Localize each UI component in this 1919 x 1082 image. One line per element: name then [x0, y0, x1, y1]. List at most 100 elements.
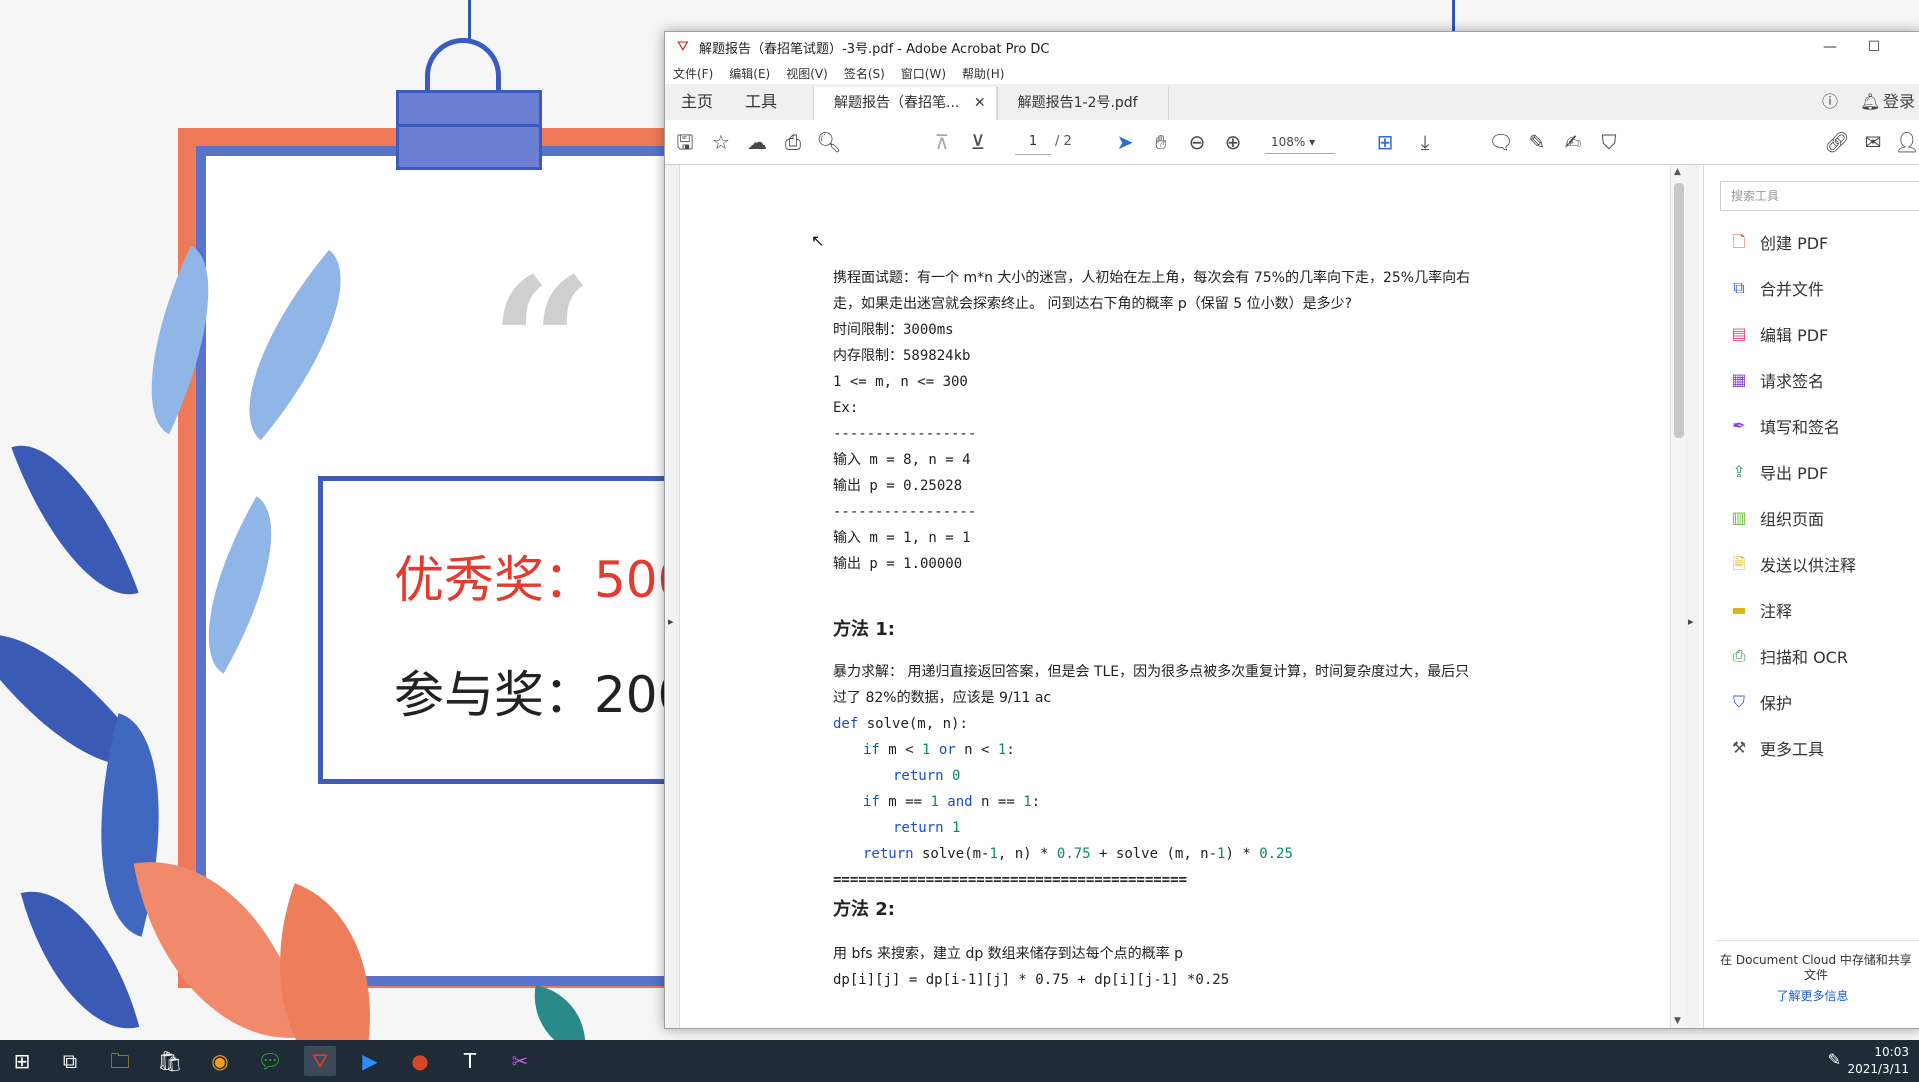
tab-document-active[interactable]: 解题报告（春招笔... ✕ [813, 87, 997, 120]
menu-window[interactable]: 窗口(W) [901, 65, 946, 82]
hanging-string-right [1452, 0, 1455, 31]
print-icon[interactable]: ⎙ [779, 128, 807, 156]
document-view[interactable]: ▸ ↖ 携程面试题：有一个 m*n 大小的迷宫，人初始在左上角，每次会有 75%… [665, 165, 1700, 1028]
tool-scan-ocr[interactable]: ⎙ 扫描和 OCR [1728, 641, 1848, 671]
page-number-input[interactable]: 1 [1015, 130, 1051, 155]
store-icon[interactable]: 🛍︎ [154, 1046, 186, 1076]
code-text: ) * [1225, 846, 1260, 862]
login-link[interactable]: 登录 [1883, 84, 1915, 120]
fit-page-icon[interactable]: ⊞ [1371, 128, 1399, 156]
tool-fill-sign[interactable]: ✒ 填写和签名 [1728, 411, 1840, 441]
help-icon[interactable]: ⓘ [1822, 84, 1838, 120]
code-text: m == [879, 794, 931, 810]
email-icon[interactable]: ✉ [1859, 128, 1887, 156]
windows-start-icon[interactable]: ⊞ [6, 1046, 38, 1076]
share-link-icon[interactable]: 🔗︎ [1823, 128, 1851, 156]
tool-search-input[interactable]: 搜索工具 [1720, 181, 1919, 211]
doc-line: 1 <= m, n <= 300 [833, 374, 968, 390]
sign-icon[interactable]: ✍︎ [1559, 128, 1587, 156]
scroll-mode-icon[interactable]: ⤓ [1411, 128, 1439, 156]
acrobat-window: ⛛ 解题报告（春招笔试题）-3号.pdf - Adobe Acrobat Pro… [664, 31, 1919, 1029]
mouse-cursor-icon: ↖ [811, 231, 825, 250]
pen-tray-icon[interactable]: ✎ [1828, 1050, 1841, 1069]
tool-label: 合并文件 [1760, 280, 1825, 299]
right-panel-toggle[interactable]: ▸ [1686, 165, 1700, 1028]
zoom-select[interactable]: 108% ▾ [1265, 130, 1335, 154]
acrobat-taskbar-icon[interactable]: ⛛ [304, 1046, 336, 1076]
menu-view[interactable]: 视图(V) [786, 65, 828, 82]
stamp-icon[interactable]: ⛉ [1595, 128, 1623, 156]
code-number: 1 [1023, 794, 1032, 810]
quote-mark-icon: “ [490, 239, 594, 450]
upload-cloud-icon[interactable]: ☁ [743, 128, 771, 156]
tool-combine-files[interactable]: ⧉ 合并文件 [1728, 273, 1824, 303]
menu-sign[interactable]: 签名(S) [844, 65, 885, 82]
menu-help[interactable]: 帮助(H) [962, 65, 1004, 82]
system-clock[interactable]: 10:03 2021/3/11 [1847, 1044, 1909, 1078]
tool-request-signature[interactable]: ▦ 请求签名 [1728, 365, 1824, 395]
tool-organize-pages[interactable]: ▥ 组织页面 [1728, 503, 1824, 533]
tool-create-pdf[interactable]: 🗋 创建 PDF [1728, 227, 1829, 257]
save-icon[interactable]: 🖫 [671, 128, 699, 156]
menu-file[interactable]: 文件(F) [673, 65, 713, 82]
tool-export-pdf[interactable]: ⇪ 导出 PDF [1728, 457, 1828, 487]
code-number: 1 [989, 846, 998, 862]
clock-time: 10:03 [1874, 1045, 1909, 1059]
zoom-in-icon[interactable]: ⊕ [1219, 128, 1247, 156]
comment-icon[interactable]: 🗨︎ [1487, 128, 1515, 156]
code-line: return solve(m-1, n) * 0.75 + solve (m, … [833, 841, 1633, 867]
tab-home[interactable]: 主页 [665, 84, 729, 120]
tool-label: 更多工具 [1760, 740, 1825, 759]
previous-page-icon[interactable]: ⊼ [928, 128, 956, 156]
task-view-icon[interactable]: ⧉ [54, 1046, 86, 1076]
code-text: solve(m- [913, 846, 990, 862]
scroll-up-icon[interactable]: ▲ [1674, 167, 1681, 177]
tool-comment[interactable]: ▬ 注释 [1728, 595, 1792, 625]
document-cloud-promo: 在 Document Cloud 中存储和共享文件 [1720, 953, 1912, 982]
collapse-right-icon[interactable]: ▸ [1688, 615, 1694, 628]
tool-protect[interactable]: ⛉ 保护 [1728, 687, 1792, 717]
user-icon[interactable]: 👤︎ [1893, 128, 1919, 156]
hand-tool-icon[interactable]: ✋︎ [1147, 128, 1175, 156]
doc-line: 内存限制：589824kb [833, 348, 971, 364]
find-icon[interactable]: 🔍︎ [815, 128, 843, 156]
tool-send-comments[interactable]: 🗎 发送以供注释 [1728, 549, 1856, 579]
zoom-out-icon[interactable]: ⊖ [1183, 128, 1211, 156]
code-text: solve(m, n): [858, 716, 968, 732]
page-total: / 2 [1055, 134, 1072, 149]
tab-document-other[interactable]: 解题报告1-2号.pdf [996, 87, 1169, 120]
tool-more-tools[interactable]: ⚒ 更多工具 [1728, 733, 1824, 763]
learn-more-link[interactable]: 了解更多信息 [1704, 987, 1919, 1004]
vertical-scrollbar[interactable]: ▲ ▼ [1670, 165, 1687, 1028]
combine-files-icon: ⧉ [1733, 278, 1745, 297]
typora-icon[interactable]: T [454, 1046, 486, 1076]
menu-edit[interactable]: 编辑(E) [729, 65, 770, 82]
next-page-icon[interactable]: ⊻ [964, 128, 992, 156]
select-cursor-icon[interactable]: ➤ [1111, 128, 1139, 156]
tool-edit-pdf[interactable]: ▤ 编辑 PDF [1728, 319, 1828, 349]
powerpoint-icon[interactable]: ● [404, 1046, 436, 1076]
file-explorer-icon[interactable]: 🗀 [104, 1046, 136, 1076]
minimize-button[interactable]: — [1808, 32, 1852, 62]
bookmark-star-icon[interactable]: ☆ [707, 128, 735, 156]
close-tab-icon[interactable]: ✕ [974, 95, 986, 111]
left-panel-toggle[interactable]: ▸ [665, 165, 680, 1028]
doc-line: Ex: [833, 400, 859, 416]
method1-heading: 方法 1: [833, 619, 895, 640]
chrome-icon[interactable]: ◉ [204, 1046, 236, 1076]
edit-pdf-icon: ▤ [1731, 324, 1747, 343]
wechat-icon[interactable]: 💬︎ [254, 1046, 286, 1076]
scroll-down-icon[interactable]: ▼ [1674, 1016, 1681, 1026]
highlight-pen-icon[interactable]: ✎ [1523, 128, 1551, 156]
notification-bell-icon[interactable]: 🔔︎ [1860, 84, 1880, 120]
code-text: : [1031, 794, 1041, 810]
snipping-tool-icon[interactable]: ✂ [504, 1046, 536, 1076]
expand-left-icon[interactable]: ▸ [668, 615, 674, 628]
zoom-app-icon[interactable]: ▶ [354, 1046, 386, 1076]
code-keyword: return [863, 846, 914, 862]
scrollbar-thumb[interactable] [1674, 183, 1684, 438]
tab-tools[interactable]: 工具 [729, 84, 793, 120]
code-number: 1 [930, 794, 939, 810]
code-line: return 0 [833, 763, 1633, 789]
maximize-button[interactable]: ☐ [1852, 32, 1896, 62]
